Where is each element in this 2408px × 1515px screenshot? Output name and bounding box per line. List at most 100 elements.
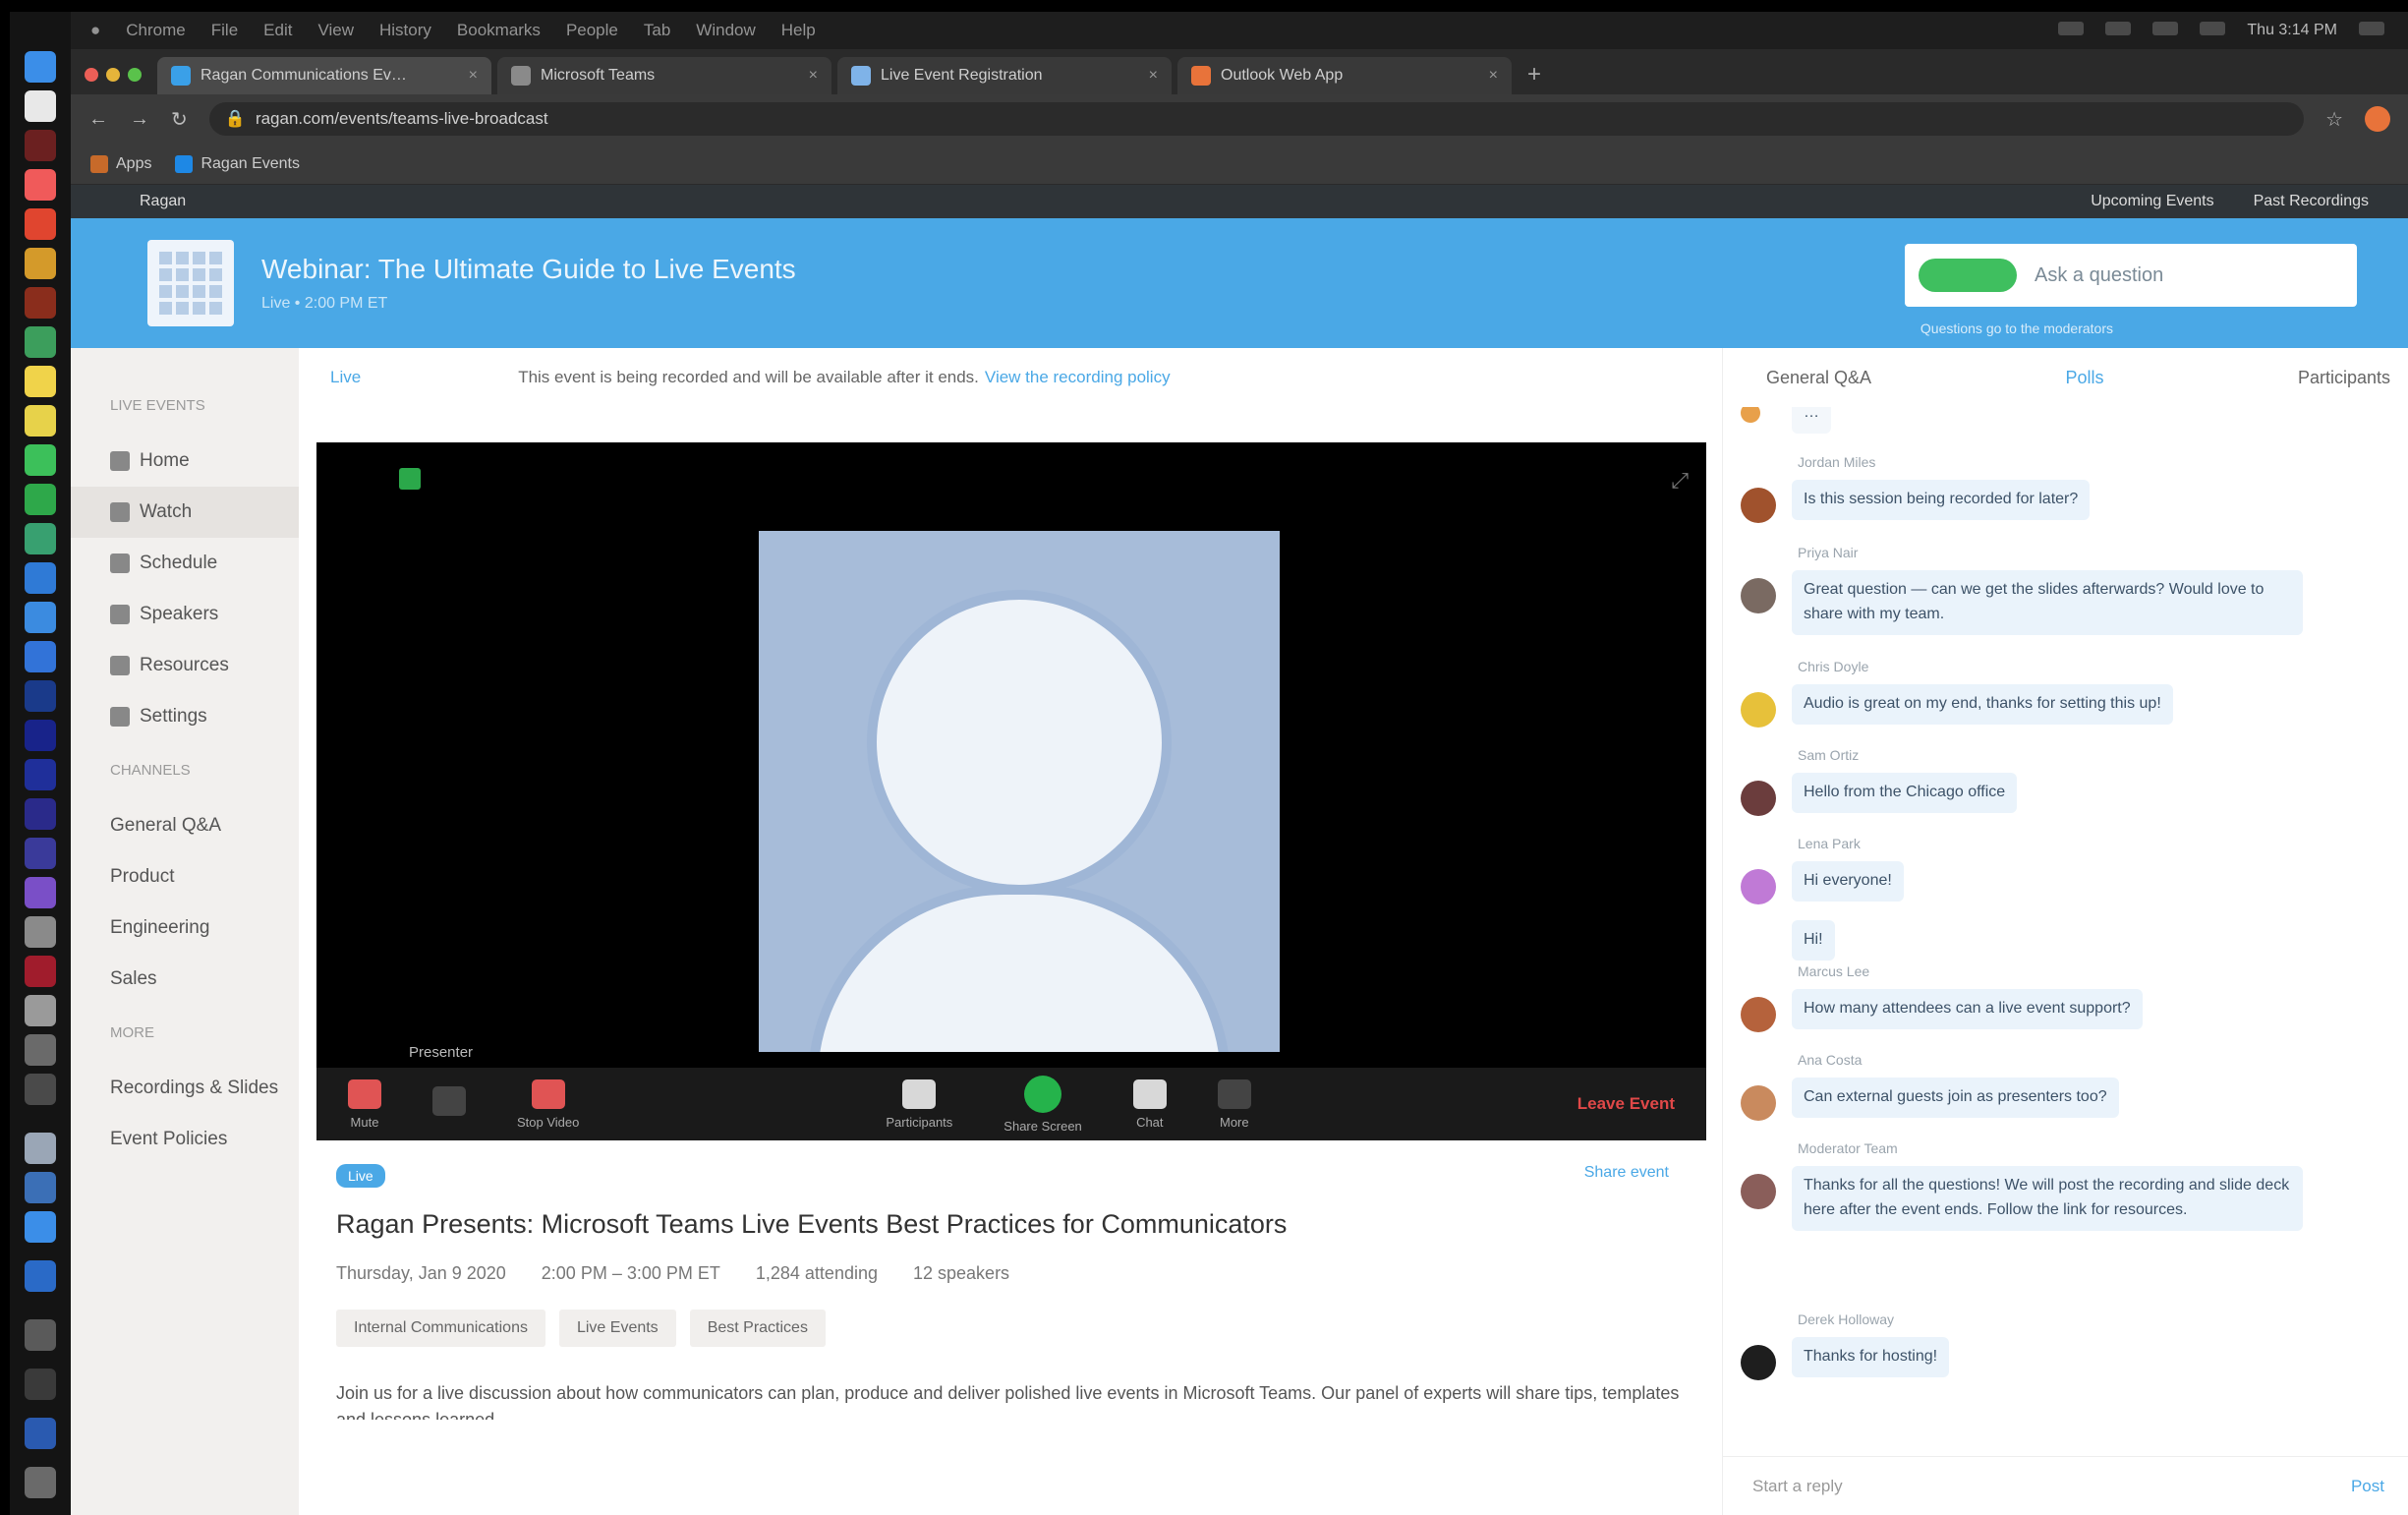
new-tab-button[interactable]: + [1518,61,1551,94]
finder-icon[interactable] [25,51,56,83]
app-icon[interactable] [25,208,56,240]
app-icon[interactable] [25,995,56,1026]
tab-participants[interactable]: Participants [2298,368,2390,388]
app-icon[interactable] [25,326,56,358]
share-screen-button[interactable]: Share Screen [1003,1075,1082,1134]
app-icon[interactable] [25,641,56,672]
app-icon[interactable] [25,405,56,437]
nav-item-home[interactable]: Home [110,436,299,487]
stop-video-button[interactable]: Stop Video [517,1078,579,1130]
menu-item[interactable]: Help [781,21,816,40]
app-icon[interactable] [25,523,56,554]
app-icon[interactable] [25,602,56,633]
nav-item-resources[interactable]: Resources [110,640,299,691]
site-link[interactable]: Past Recordings [2254,193,2369,210]
wifi-icon[interactable] [2058,22,2085,35]
menu-item[interactable]: People [566,21,618,40]
nav-channel[interactable]: Sales [110,954,299,1005]
messages-app-icon[interactable] [25,444,56,476]
audio-options-button[interactable] [432,1086,466,1122]
menu-item[interactable]: Edit [263,21,292,40]
close-tab-icon[interactable]: × [469,67,478,85]
notes-app-icon[interactable] [25,366,56,397]
app-icon[interactable] [25,248,56,279]
tab-polls[interactable]: Polls [2066,368,2104,388]
close-tab-icon[interactable]: × [1489,67,1498,85]
app-icon[interactable] [25,1211,56,1243]
app-icon[interactable] [25,1369,56,1400]
leave-event-button[interactable]: Leave Event [1577,1094,1675,1114]
minimize-window-icon[interactable] [106,68,120,82]
share-event-link[interactable]: Share event [1584,1164,1669,1182]
nav-item-speakers[interactable]: Speakers [110,589,299,640]
app-icon[interactable] [25,562,56,594]
topic-chip[interactable]: Best Practices [689,1310,826,1347]
participants-button[interactable]: Participants [886,1078,952,1130]
menu-item[interactable]: View [317,21,354,40]
clock[interactable]: Thu 3:14 PM [2247,22,2337,39]
menu-item[interactable]: Chrome [126,21,185,40]
nav-channel[interactable]: Product [110,851,299,903]
app-icon[interactable] [25,287,56,319]
browser-tab[interactable]: Microsoft Teams × [497,57,831,94]
nav-item-watch[interactable]: Watch [71,487,299,538]
app-icon[interactable] [25,1074,56,1105]
bookmark-star-icon[interactable]: ☆ [2325,107,2343,132]
app-icon[interactable] [25,1172,56,1203]
back-icon[interactable]: ← [88,108,108,131]
search-icon[interactable] [2359,22,2384,35]
browser-tab[interactable]: Ragan Communications Ev… × [157,57,491,94]
app-icon[interactable] [25,1034,56,1066]
post-reply-button[interactable]: Post [2351,1477,2384,1496]
nav-item-schedule[interactable]: Schedule [110,538,299,589]
bookmark-apps[interactable]: Apps [90,154,151,173]
close-window-icon[interactable] [85,68,98,82]
app-icon[interactable] [25,720,56,751]
calendar-app-icon[interactable] [25,169,56,201]
app-icon[interactable] [25,1418,56,1449]
app-icon[interactable] [25,838,56,869]
site-link[interactable]: Upcoming Events [2091,193,2213,210]
nav-more-link[interactable]: Event Policies [110,1114,299,1165]
nav-channel[interactable]: General Q&A [110,800,299,851]
volume-icon[interactable] [2152,22,2179,35]
app-icon[interactable] [25,956,56,987]
app-icon[interactable] [25,798,56,830]
app-icon[interactable] [25,130,56,161]
forward-icon[interactable]: → [130,108,149,131]
app-icon[interactable] [25,484,56,515]
site-logo[interactable]: Ragan [140,193,186,210]
maximize-window-icon[interactable] [128,68,142,82]
app-icon[interactable] [25,916,56,948]
app-icon[interactable] [25,1260,56,1292]
app-icon[interactable] [25,877,56,908]
apple-menu-icon[interactable]: ● [90,21,100,40]
ask-question-box[interactable]: Ask a question [1905,244,2357,307]
topic-chip[interactable]: Live Events [558,1310,676,1347]
app-icon[interactable] [25,680,56,712]
extension-icon[interactable] [2365,106,2390,132]
chat-button[interactable]: Chat [1132,1078,1167,1130]
mute-button[interactable]: Mute [348,1078,381,1130]
reload-icon[interactable]: ↻ [171,107,188,132]
menu-item[interactable]: Window [696,21,755,40]
bookmark-item[interactable]: Ragan Events [175,154,300,173]
app-icon[interactable] [25,90,56,122]
menu-item[interactable]: History [379,21,431,40]
menu-item[interactable]: Tab [644,21,670,40]
fullscreen-icon[interactable]: ⤢ [1671,468,1689,494]
app-icon[interactable] [25,759,56,790]
nav-channel[interactable]: Engineering [110,903,299,954]
browser-tab[interactable]: Outlook Web App × [1177,57,1512,94]
video-player[interactable]: ⤢ Presenter Mute Stop Video Participants… [316,442,1706,1140]
menu-item[interactable]: File [211,21,238,40]
nav-more-link[interactable]: Recordings & Slides [110,1063,299,1114]
topic-chip[interactable]: Internal Communications [336,1310,545,1347]
nav-item-settings[interactable]: Settings [110,691,299,742]
trash-icon[interactable] [25,1467,56,1498]
battery-icon[interactable] [2105,22,2132,35]
browser-tab[interactable]: Live Event Registration × [837,57,1172,94]
close-tab-icon[interactable]: × [1149,67,1158,85]
menu-item[interactable]: Bookmarks [457,21,541,40]
close-tab-icon[interactable]: × [809,67,818,85]
